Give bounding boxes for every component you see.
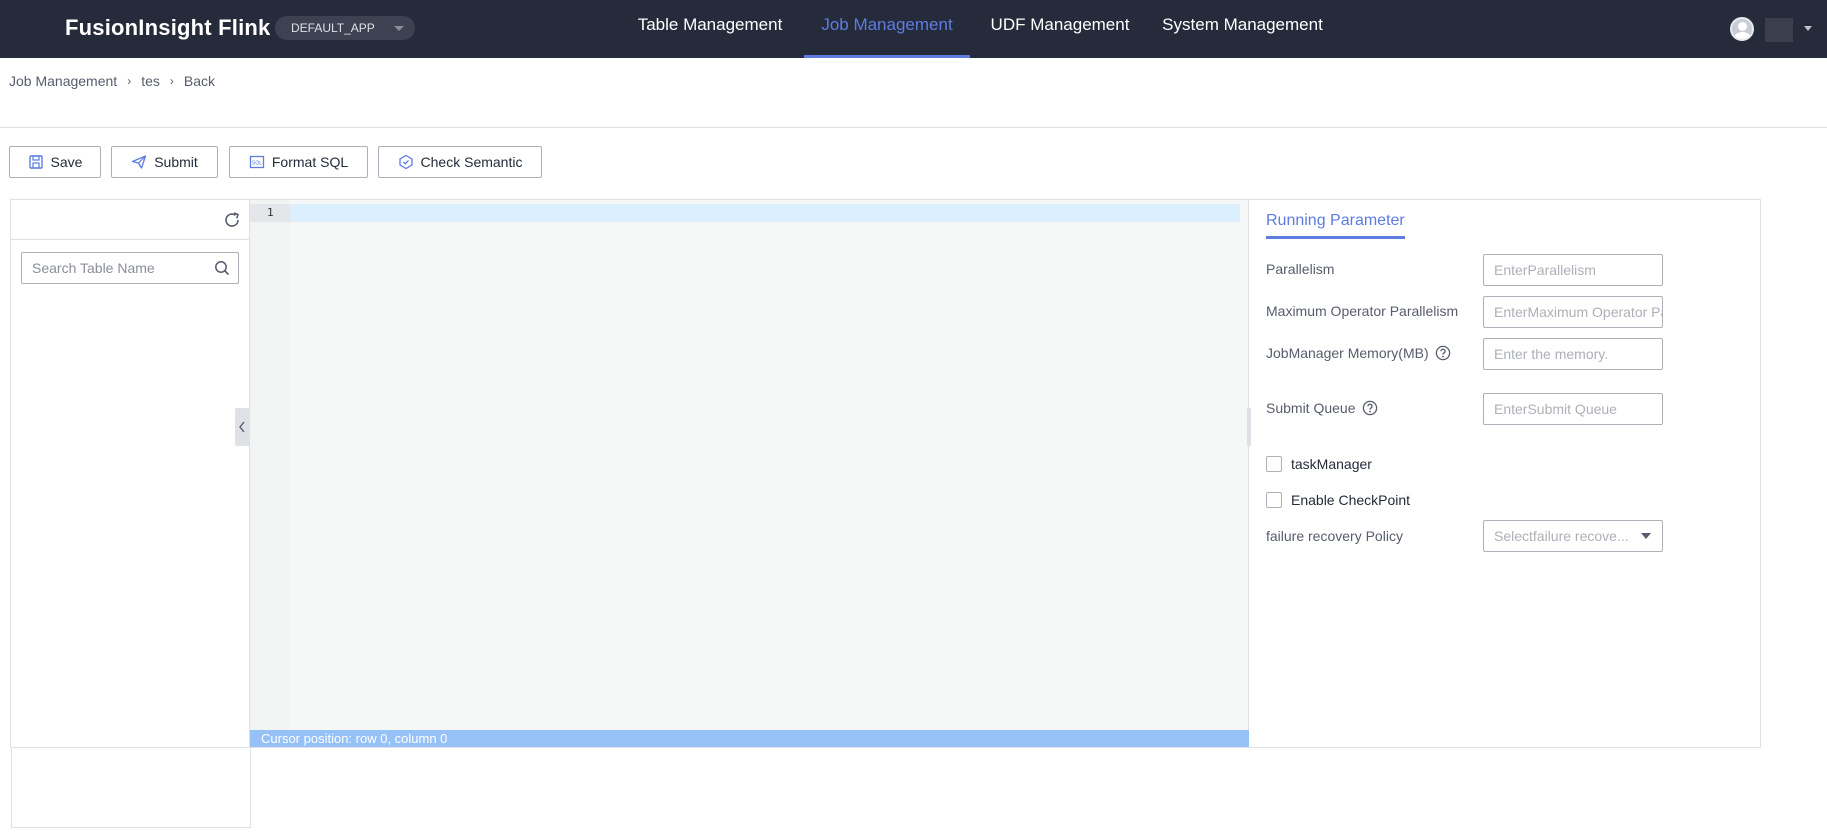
parallelism-field [1483,254,1663,286]
chevron-down-icon [1641,533,1651,539]
help-icon[interactable] [1362,400,1378,416]
tab-system-management[interactable]: System Management [1161,0,1324,58]
max-operator-parallelism-field [1483,296,1663,328]
format-sql-button-label: Format SQL [271,154,349,170]
search-input[interactable] [22,253,202,283]
breadcrumb-back[interactable]: Back [184,73,215,89]
check-semantic-icon [398,154,413,170]
taskmanager-option[interactable]: taskManager [1266,456,1372,472]
editor-gutter [250,200,290,731]
enable-checkpoint-option[interactable]: Enable CheckPoint [1266,492,1410,508]
enable-checkpoint-checkbox[interactable] [1266,492,1282,508]
submit-queue-label-text: Submit Queue [1266,400,1356,416]
submit-queue-field [1483,393,1663,425]
max-operator-parallelism-input[interactable] [1484,297,1662,327]
app-selector-value: DEFAULT_APP [291,21,375,35]
search-icon[interactable] [214,260,230,276]
format-sql-icon: SQL [249,155,265,169]
jobmanager-memory-label-text: JobManager Memory(MB) [1266,345,1429,361]
tab-job-management[interactable]: Job Management [804,0,970,58]
failure-policy-label: failure recovery Policy [1266,528,1403,544]
divider [0,127,1827,128]
breadcrumb: Job Management › tes › Back [9,73,215,89]
running-parameter-panel: Running Parameter Parallelism Maximum Op… [1251,200,1760,747]
avatar[interactable] [1730,17,1754,41]
app-selector[interactable]: DEFAULT_APP [275,16,415,40]
brand-logo: FusionInsight Flink [65,15,271,40]
submit-queue-input[interactable] [1484,394,1662,424]
collapse-left-panel-button[interactable] [235,408,249,446]
breadcrumb-job-management[interactable]: Job Management [9,73,117,89]
enable-checkpoint-label: Enable CheckPoint [1291,492,1411,508]
sql-editor[interactable]: 1 Cursor position: row 0, column 0 [250,200,1249,747]
taskmanager-checkbox[interactable] [1266,456,1282,472]
failure-policy-placeholder: Selectfailure recove... [1494,528,1629,544]
submit-button[interactable]: Submit [111,146,218,178]
table-search [21,252,239,284]
cursor-status-bar: Cursor position: row 0, column 0 [250,730,1249,747]
help-icon[interactable] [1435,345,1451,361]
submit-button-label: Submit [154,154,198,170]
refresh-icon[interactable] [222,210,242,230]
chevron-left-icon [239,421,245,433]
line-number: 1 [250,204,290,222]
save-button-label: Save [50,154,83,170]
active-line-highlight[interactable] [290,204,1240,222]
left-bottom-panel [11,748,251,828]
max-operator-parallelism-label-text: Maximum Operator Parallelism [1266,303,1459,319]
max-operator-parallelism-label: Maximum Operator Parallelism [1266,303,1458,319]
submit-queue-label: Submit Queue [1266,400,1378,416]
top-navbar: FusionInsight Flink DEFAULT_APP Table Ma… [0,0,1827,58]
format-sql-button[interactable]: SQL Format SQL [229,146,368,178]
chevron-right-icon: › [169,74,174,88]
divider [11,239,250,240]
jobmanager-memory-label: JobManager Memory(MB) [1266,345,1451,361]
check-semantic-button[interactable]: Check Semantic [378,146,542,178]
svg-text:SQL: SQL [252,161,262,167]
chevron-down-icon [394,26,404,31]
save-icon [28,155,43,169]
tab-udf-management[interactable]: UDF Management [989,0,1131,58]
chevron-right-icon: › [127,74,132,88]
parallelism-label: Parallelism [1266,261,1334,277]
username[interactable] [1765,18,1793,42]
tab-table-management[interactable]: Table Management [636,0,784,58]
jobmanager-memory-input[interactable] [1484,339,1662,369]
parallelism-input[interactable] [1484,255,1662,285]
check-semantic-button-label: Check Semantic [420,154,523,170]
tab-running-parameter[interactable]: Running Parameter [1266,212,1405,239]
breadcrumb-job-name[interactable]: tes [141,73,160,89]
user-menu-chevron-icon[interactable] [1804,26,1812,31]
jobmanager-memory-field [1483,338,1663,370]
save-button[interactable]: Save [9,146,101,178]
failure-policy-label-text: failure recovery Policy [1266,528,1403,544]
failure-policy-select[interactable]: Selectfailure recove... [1483,520,1663,552]
send-icon [132,155,147,169]
table-list-panel [11,200,250,747]
parallelism-label-text: Parallelism [1266,261,1335,277]
taskmanager-label: taskManager [1291,456,1372,472]
